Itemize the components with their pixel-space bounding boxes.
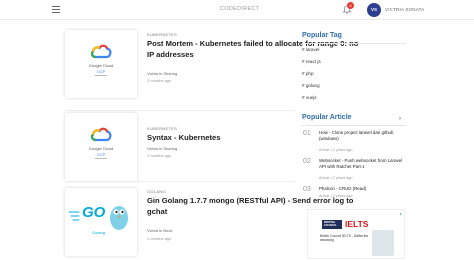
tag-link[interactable]: # php [302, 71, 314, 76]
article-title[interactable]: Phalcon - CRUD (Read) [319, 186, 407, 192]
article-number: 01 [303, 130, 311, 137]
thumbnail-text: Google Cloud [88, 63, 114, 68]
tag-link[interactable]: # laravel [302, 47, 319, 52]
post-card[interactable]: GO Golang GOLANG Gin Golang 1.7.7 mongo … [65, 188, 353, 258]
thumbnail-divider [95, 158, 107, 159]
british-council-logo: BRITISH COUNCIL [322, 220, 342, 229]
google-cloud-logo-icon [90, 44, 112, 59]
post-author[interactable]: Victria in Sharing [147, 71, 177, 76]
user-name[interactable]: VICTRIA SONATA [385, 7, 424, 12]
popular-article-heading: Popular Article [302, 114, 352, 121]
notification-badge: 6 [347, 2, 354, 9]
thumbnail-text: Google Cloud [88, 146, 114, 151]
tag-link[interactable]: # vuejs [302, 95, 317, 100]
post-divider [65, 110, 295, 111]
article-meta: Article | 2 years ago [319, 148, 353, 152]
ad-info-icon[interactable]: ▸ [400, 211, 402, 216]
menu-icon[interactable] [52, 6, 60, 13]
thumbnail-divider [95, 75, 107, 76]
thumbnail-subtext: Golang [92, 230, 105, 235]
avatar[interactable]: VS [367, 3, 381, 17]
post-thumbnail[interactable]: Google Cloud GCP [65, 30, 137, 98]
go-logo-text: GO [82, 204, 106, 221]
ielts-logo: IELTS [345, 219, 369, 229]
article-title[interactable]: Websocket - Push websocket from Laravel … [319, 158, 407, 170]
thumbnail-subtext: GCP [96, 70, 106, 74]
post-time: 2 months ago [147, 236, 172, 241]
article-number: 02 [303, 158, 311, 165]
chevron-right-icon[interactable]: › [399, 116, 401, 122]
post-thumbnail[interactable]: Google Cloud GCP [65, 113, 137, 181]
sidebar-divider [302, 43, 406, 44]
tag-link[interactable]: # react js [302, 59, 321, 64]
post-time: 2 months ago [147, 78, 172, 83]
site-brand[interactable]: CODEDIRECT [220, 6, 259, 12]
post-divider [65, 181, 295, 182]
article-number: 03 [303, 186, 311, 193]
advertisement[interactable]: ▸ BRITISH COUNCIL IELTS British Council … [307, 209, 405, 259]
top-navbar: CODEDIRECT 6 VS VICTRIA SONATA [0, 0, 474, 20]
post-category[interactable]: GOLANG [147, 189, 166, 194]
post-time: 2 months ago [147, 153, 172, 158]
post-author[interactable]: Victria in Sharing [147, 146, 177, 151]
article-meta: Article | 2 years ago [319, 176, 353, 180]
post-category[interactable]: KUBERNETES [147, 126, 177, 131]
article-meta: Article | 2 years ago [319, 194, 353, 198]
thumbnail-subtext: GCP [96, 153, 106, 157]
post-thumbnail[interactable]: GO Golang [65, 188, 137, 256]
sidebar-divider [302, 125, 406, 126]
ad-image [372, 230, 394, 256]
post-category[interactable]: KUBERNETES [147, 32, 177, 37]
tag-link[interactable]: # golang [302, 83, 320, 88]
ad-body-text: British Council IELTS - Daftar tes sekar… [320, 234, 369, 242]
post-author[interactable]: Victria in Book [147, 228, 173, 233]
popular-tag-heading: Popular Tag [302, 32, 342, 39]
google-cloud-logo-icon [90, 127, 112, 142]
post-card[interactable]: Google Cloud GCP KUBERNETES Post Mortem … [65, 30, 358, 100]
article-title[interactable]: How - Clone project laravel dari github … [319, 130, 407, 142]
post-card[interactable]: Google Cloud GCP KUBERNETES Syntax - Kub… [65, 113, 287, 183]
